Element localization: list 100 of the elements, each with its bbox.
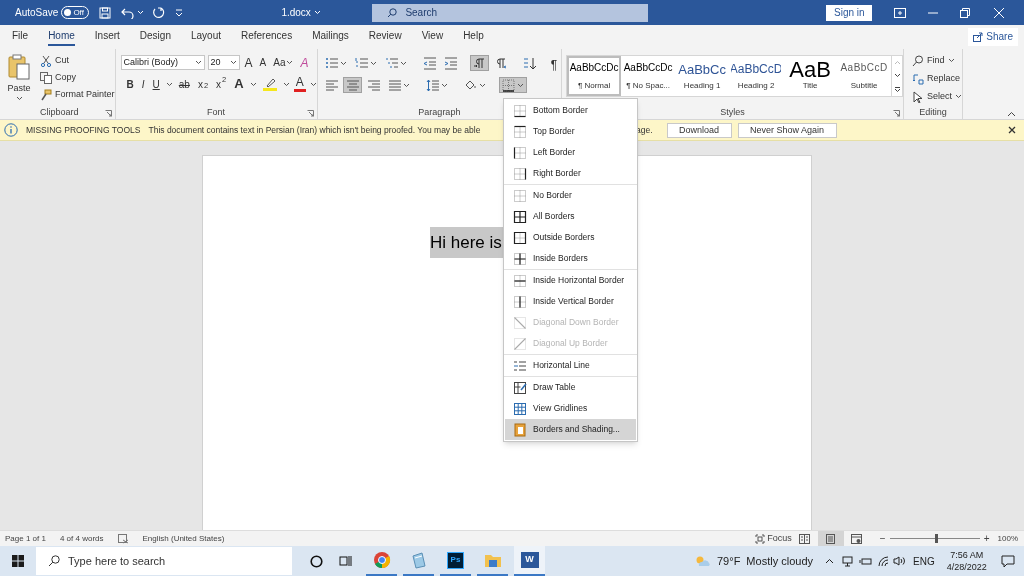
- copy-button[interactable]: Copy: [40, 70, 115, 85]
- ribbon-tab[interactable]: Review: [368, 27, 402, 46]
- font-size-field[interactable]: 20: [207, 55, 240, 70]
- line-spacing-icon: [425, 78, 439, 92]
- numbered-list-icon: [354, 56, 368, 70]
- focus-button[interactable]: Focus: [755, 531, 792, 546]
- clock-time[interactable]: 7:56 AM: [950, 549, 984, 561]
- ribbon-tab[interactable]: Home: [48, 27, 75, 46]
- style-gallery-item[interactable]: AaBbCcDc ¶ Normal: [567, 56, 622, 96]
- change-case-button[interactable]: Aa: [271, 55, 296, 70]
- find-button[interactable]: Find: [912, 53, 963, 68]
- clear-formatting-button[interactable]: A: [298, 55, 311, 70]
- select-button[interactable]: Select: [912, 89, 963, 104]
- document-title[interactable]: 1.docx: [281, 5, 372, 20]
- style-gallery-item[interactable]: AaBbCc Heading 1: [675, 56, 730, 96]
- menu-item[interactable]: View Gridlines: [505, 398, 636, 419]
- style-gallery-item[interactable]: AaB Title: [783, 56, 838, 96]
- menu-item[interactable]: Inside Horizontal Border: [505, 270, 636, 291]
- zoom-level[interactable]: 100%: [997, 532, 1018, 545]
- ribbon-tab[interactable]: Layout: [190, 27, 221, 46]
- caret-icon: [399, 60, 407, 66]
- style-gallery-item[interactable]: AaBbCcD Subtitle: [837, 56, 892, 96]
- taskbar-search-field[interactable]: Type here to search: [36, 547, 292, 575]
- group-label: Editing: [919, 106, 947, 120]
- zoom-in-button[interactable]: +: [983, 531, 990, 546]
- all-borders-icon: [513, 209, 527, 224]
- borders-icon: [501, 78, 515, 92]
- group-label: Font: [207, 106, 226, 120]
- slider-thumb[interactable]: [934, 534, 938, 543]
- inside-horizontal-border-icon: [513, 273, 527, 288]
- taskbar-app-button[interactable]: Ps: [440, 546, 471, 576]
- menu-item[interactable]: Horizontal Line: [505, 355, 636, 376]
- left-to-right-button[interactable]: [469, 55, 489, 71]
- never-show-again-button[interactable]: Never Show Again: [737, 122, 837, 138]
- shrink-font-button[interactable]: A: [257, 55, 269, 70]
- menu-item[interactable]: Right Border: [505, 163, 636, 184]
- align-left-icon: [324, 78, 338, 92]
- menu-item[interactable]: All Borders: [505, 206, 636, 227]
- caret-icon: [440, 82, 448, 88]
- taskbar-app-button[interactable]: W: [514, 546, 545, 576]
- language-status[interactable]: English (United States): [142, 532, 225, 545]
- zoom-out-button[interactable]: −: [879, 531, 886, 546]
- word-icon: W: [520, 552, 539, 568]
- font-name-field[interactable]: Calibri (Body): [120, 55, 205, 70]
- menu-item[interactable]: Draw Table: [505, 377, 636, 398]
- subscript-button[interactable]: x$_{2}$: [195, 76, 211, 92]
- caret-icon: [249, 81, 257, 87]
- windows-logo-icon: [12, 555, 24, 567]
- cut-button[interactable]: Cut: [40, 53, 115, 68]
- sign-in-button[interactable]: Sign in: [826, 4, 873, 21]
- undo-icon: [121, 6, 135, 19]
- clock-date[interactable]: 4/28/2022: [946, 561, 987, 573]
- word-count[interactable]: 4 of 4 words: [59, 532, 104, 545]
- page-count[interactable]: Page 1 of 1: [5, 532, 46, 545]
- menu-item[interactable]: Top Border: [505, 121, 636, 142]
- painter-button[interactable]: Format Painter: [40, 87, 115, 102]
- highlight-button[interactable]: [260, 76, 279, 92]
- menu-item[interactable]: Borders and Shading...: [505, 419, 636, 440]
- underline-button[interactable]: U: [150, 76, 162, 92]
- ribbon-tab[interactable]: File: [12, 27, 29, 46]
- notepad-icon: [409, 551, 428, 569]
- inside-borders-icon: [513, 251, 527, 266]
- menu-item[interactable]: Left Border: [505, 142, 636, 163]
- menu-item[interactable]: No Border: [505, 185, 636, 206]
- bold-button[interactable]: B: [124, 76, 136, 92]
- superscript-button[interactable]: x$^{2}$: [214, 76, 229, 92]
- meet-icon: [842, 555, 853, 567]
- strikethrough-button[interactable]: ab: [176, 76, 192, 92]
- restore-icon: [960, 7, 971, 18]
- font-color-button[interactable]: A: [293, 76, 306, 92]
- text-effects-button[interactable]: A: [232, 76, 246, 92]
- zoom-slider[interactable]: [889, 534, 980, 543]
- search-field[interactable]: Search: [372, 3, 649, 22]
- replace-button[interactable]: Replace: [912, 71, 963, 86]
- input-language[interactable]: ENG: [913, 553, 935, 569]
- horizontal-line-icon: [513, 358, 527, 373]
- menu-item[interactable]: Inside Vertical Border: [505, 291, 636, 312]
- share-button[interactable]: Share: [968, 27, 1018, 46]
- paste-button[interactable]: Paste: [4, 49, 34, 107]
- download-button[interactable]: Download: [666, 122, 732, 138]
- group-label: Clipboard: [40, 106, 79, 120]
- weather-condition[interactable]: Mostly cloudy: [746, 552, 813, 570]
- ribbon-tab[interactable]: References: [241, 27, 293, 46]
- print-layout-button[interactable]: [817, 530, 844, 547]
- weather-temperature[interactable]: 79°F: [717, 552, 741, 570]
- menu-item[interactable]: Bottom Border: [505, 100, 636, 121]
- show-marks-button[interactable]: ¶: [546, 55, 562, 71]
- ribbon-tab[interactable]: Insert: [94, 27, 120, 46]
- ribbon-tab[interactable]: Help: [463, 27, 484, 46]
- ribbon-tab[interactable]: Design: [139, 27, 171, 46]
- grow-font-button[interactable]: A: [242, 55, 255, 70]
- style-gallery-item[interactable]: AaBbCcDc ¶ No Spac...: [621, 56, 676, 96]
- decrease-indent-icon: [422, 56, 436, 70]
- ribbon-tab[interactable]: Mailings: [312, 27, 349, 46]
- ribbon-tab[interactable]: View: [421, 27, 444, 46]
- customize-icon: [175, 8, 184, 17]
- borders-button[interactable]: [498, 77, 527, 93]
- italic-button[interactable]: I: [139, 76, 147, 92]
- caret-icon: [478, 82, 486, 88]
- align-center-button[interactable]: [342, 77, 362, 93]
